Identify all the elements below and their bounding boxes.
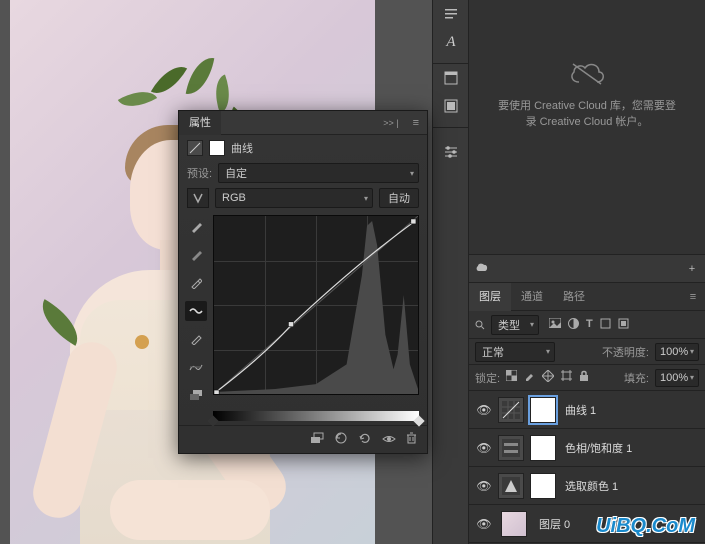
tab-paths[interactable]: 路径 <box>553 283 595 311</box>
auto-button[interactable]: 自动 <box>379 188 419 208</box>
filter-shape-icon[interactable] <box>600 318 611 332</box>
lock-paint-icon[interactable] <box>524 370 535 385</box>
collapsed-panel-strip: A <box>432 0 468 544</box>
lock-row: 锁定: 填充: 100% <box>469 365 705 391</box>
blend-mode-row: 正常 不透明度: 100% <box>469 339 705 365</box>
lock-all-icon[interactable] <box>579 370 589 385</box>
cc-login-message: 要使用 Creative Cloud 库，您需要登录 Creative Clou… <box>479 98 695 130</box>
adjustment-title-row: 曲线 <box>179 135 427 161</box>
layer-row-hue[interactable]: 👁 色相/饱和度 1 <box>469 429 705 467</box>
filter-type-icon[interactable]: T <box>586 318 593 332</box>
panel-icon-1[interactable] <box>433 64 469 92</box>
fill-label: 填充: <box>624 370 649 386</box>
preset-select[interactable]: 自定 <box>218 163 419 183</box>
libraries-header: + <box>469 255 705 283</box>
layer-mask-thumb[interactable] <box>530 473 556 499</box>
selective-color-thumb-icon <box>498 473 524 499</box>
opacity-input[interactable]: 100% <box>655 343 699 361</box>
visibility-toggle-icon[interactable]: 👁 <box>473 441 495 455</box>
panel-menu-icon[interactable]: ≡ <box>405 117 427 129</box>
layer-mask-thumb[interactable] <box>530 397 556 423</box>
targeted-adjust-icon[interactable] <box>187 188 209 208</box>
libraries-icon[interactable] <box>469 261 495 276</box>
paragraph-panel-icon[interactable] <box>433 0 469 28</box>
filter-adjust-icon[interactable] <box>568 318 579 332</box>
reset-icon[interactable] <box>358 432 372 447</box>
hue-adj-thumb-icon <box>498 435 524 461</box>
eyedropper-white-icon[interactable] <box>185 273 207 293</box>
lock-transparency-icon[interactable] <box>506 370 517 385</box>
opacity-label: 不透明度: <box>602 344 649 360</box>
curve-pencil-tool-icon[interactable] <box>185 329 207 349</box>
curve-point-tool-icon[interactable] <box>185 301 207 321</box>
layer-row-selective[interactable]: 👁 选取颜色 1 <box>469 467 705 505</box>
filter-pixel-icon[interactable] <box>549 318 561 332</box>
eyedropper-gray-icon[interactable] <box>185 245 207 265</box>
character-panel-icon[interactable]: A <box>433 28 469 56</box>
layer-row-curves[interactable]: 👁 曲线 1 <box>469 391 705 429</box>
layer-name[interactable]: 曲线 1 <box>565 402 596 418</box>
layers-panel-tabs: 图层 通道 路径 ≡ <box>469 283 705 311</box>
tab-layers[interactable]: 图层 <box>469 283 511 311</box>
curve-tool-column <box>185 215 207 405</box>
lock-artboard-icon[interactable] <box>561 370 572 385</box>
properties-footer <box>179 425 427 453</box>
curves-title-icon <box>187 140 203 156</box>
preset-label: 预设: <box>187 165 212 181</box>
curves-adj-thumb-icon <box>498 397 524 423</box>
right-panel-dock: 要使用 Creative Cloud 库，您需要登录 Creative Clou… <box>468 0 705 544</box>
layer-filter-row: 类型 T <box>469 311 705 339</box>
panel-icon-2[interactable] <box>433 92 469 120</box>
visibility-toggle-icon[interactable]: 👁 <box>473 479 495 493</box>
input-ramp-row <box>179 409 427 425</box>
channel-select[interactable]: RGB <box>215 188 373 208</box>
view-previous-icon[interactable] <box>334 432 348 447</box>
panel-collapse-icon[interactable]: >> | <box>377 118 404 128</box>
cc-libraries-panel: 要使用 Creative Cloud 库，您需要登录 Creative Clou… <box>469 0 705 255</box>
curve-smooth-tool-icon[interactable] <box>185 357 207 377</box>
eyedropper-black-icon[interactable] <box>185 217 207 237</box>
layer-mask-thumb[interactable] <box>530 435 556 461</box>
properties-tab-header: 属性 >> | ≡ <box>179 111 427 135</box>
layer-name[interactable]: 选取颜色 1 <box>565 478 618 494</box>
curve-line[interactable] <box>214 216 418 394</box>
visibility-toggle-icon[interactable]: 👁 <box>473 517 495 531</box>
layers-panel-menu-icon[interactable]: ≡ <box>681 291 705 303</box>
add-library-button[interactable]: + <box>679 263 705 275</box>
filter-smart-icon[interactable] <box>618 318 629 332</box>
properties-tab[interactable]: 属性 <box>179 111 221 135</box>
channel-row: RGB 自动 <box>179 185 427 211</box>
lock-position-icon[interactable] <box>542 370 554 385</box>
layer-name[interactable]: 图层 0 <box>539 516 570 532</box>
blend-mode-select[interactable]: 正常 <box>475 342 555 362</box>
clip-to-layer-icon[interactable] <box>185 385 207 405</box>
adjustment-title: 曲线 <box>231 140 253 156</box>
search-icon <box>475 320 485 330</box>
lock-label: 锁定: <box>475 370 500 386</box>
layer-filter-select[interactable]: 类型 <box>491 315 539 335</box>
curve-editor-area <box>179 211 427 409</box>
cc-cloud-icon <box>567 60 607 88</box>
properties-panel[interactable]: 属性 >> | ≡ 曲线 预设: 自定 RGB 自动 <box>178 110 428 454</box>
watermark: UiBQ.CoM <box>596 515 695 538</box>
layer-name[interactable]: 色相/饱和度 1 <box>565 440 632 456</box>
preset-row: 预设: 自定 <box>179 161 427 185</box>
fill-input[interactable]: 100% <box>655 369 699 387</box>
input-gradient-ramp[interactable] <box>213 411 419 421</box>
image-layer-thumb[interactable] <box>501 511 527 537</box>
mask-title-icon[interactable] <box>209 140 225 156</box>
curve-graph[interactable] <box>213 215 419 395</box>
tab-channels[interactable]: 通道 <box>511 283 553 311</box>
toggle-visibility-icon[interactable] <box>382 433 396 447</box>
visibility-toggle-icon[interactable]: 👁 <box>473 403 495 417</box>
adjustments-panel-icon[interactable] <box>433 138 469 166</box>
delete-adjustment-icon[interactable] <box>406 432 417 447</box>
clip-to-layer-footer-icon[interactable] <box>310 432 324 447</box>
